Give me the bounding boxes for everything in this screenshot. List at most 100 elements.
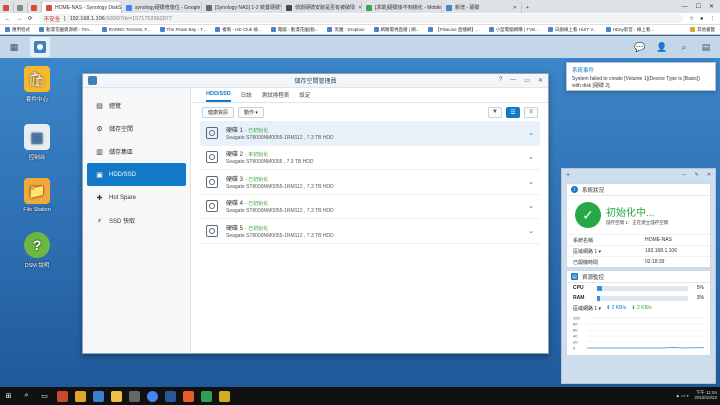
tab-close-icon[interactable]: ✕: [513, 5, 517, 11]
widget-pin-icon[interactable]: ✎: [695, 172, 699, 178]
system-health-title: 系統狀況: [582, 187, 605, 194]
tab-0[interactable]: HDD/SSD: [206, 91, 231, 102]
other-bookmarks[interactable]: 其他書籤: [690, 27, 715, 33]
bookmark-item[interactable]: 網路電視直播 | 網...: [373, 27, 419, 33]
app-icon-3[interactable]: [93, 390, 104, 402]
bookmark-item[interactable]: The Pirate Bay - T...: [159, 27, 206, 32]
list-view-icon[interactable]: ☰: [506, 106, 520, 118]
disk-row[interactable]: 硬碟 1- 已初始化 Seagate ST8000NM0055-1RM112 , …: [200, 121, 540, 146]
control-panel-icon[interactable]: ▦ 控制台: [12, 124, 62, 161]
pinned-tab[interactable]: [14, 2, 28, 13]
app-icon-4[interactable]: [129, 390, 140, 402]
browser-tab[interactable]: [求助]硬碟掛不到損化 - Mobile01✕: [362, 2, 442, 13]
disk-row[interactable]: 硬碟 2- 未初始化 Seagate ST8000NM0055 , 7.3 TB …: [200, 146, 540, 170]
app-icon-6[interactable]: [183, 390, 194, 402]
app-icon-8[interactable]: [219, 390, 230, 402]
dsm-help-icon[interactable]: ? DSM 說明: [12, 232, 62, 269]
file-explorer-icon[interactable]: [111, 390, 122, 402]
app-icon-2[interactable]: [75, 390, 86, 402]
compact-view-icon[interactable]: ≡: [524, 106, 538, 118]
window-maximize-icon[interactable]: ▭: [524, 77, 530, 84]
add-widget-icon[interactable]: +: [566, 172, 570, 179]
bookmark-item[interactable]: 小型電腦網購 | TVB...: [488, 27, 539, 33]
chevron-down-icon[interactable]: ⌄: [528, 227, 534, 235]
search-taskbar-icon[interactable]: ⌕: [21, 391, 32, 402]
bookmark-item[interactable]: 複製 - HD Club 檢...: [215, 27, 262, 33]
chevron-down-icon[interactable]: ⌄: [528, 178, 534, 186]
bookmark-item[interactable]: 應用程式: [5, 27, 30, 33]
tab-2[interactable]: 測試排程表: [262, 91, 290, 102]
bookmark-item[interactable]: 日劇線上看 HiJIT V...: [547, 27, 597, 33]
network-select[interactable]: 區域網路 1 ▾: [573, 305, 601, 312]
browser-tab[interactable]: [Synology NAS] 1-2 裝置硬碟安裝✕: [202, 2, 282, 13]
profile-avatar[interactable]: ●: [700, 16, 703, 22]
reload-icon[interactable]: ⟳: [28, 16, 33, 22]
filter-icon[interactable]: ▼: [488, 106, 502, 118]
clock[interactable]: 下午 11:04 2019/10/22: [694, 390, 717, 401]
browser-tab[interactable]: synology硬碟修復位 - Google 搜尋✕: [122, 2, 202, 13]
disk-row[interactable]: 硬碟 3- 已初始化 Seagate ST8000NM0055-1RM112 , …: [200, 170, 540, 195]
task-view-icon[interactable]: ▭: [39, 391, 50, 402]
health-info-button[interactable]: 健康資訊: [202, 106, 235, 118]
sidebar-item-storage-pool[interactable]: ▥ 儲存集區: [87, 140, 186, 163]
main-menu-icon[interactable]: ▦: [6, 39, 22, 55]
windows-start-icon[interactable]: ⊞: [3, 391, 14, 402]
pinned-tab[interactable]: [28, 2, 42, 13]
sidebar-item-ssd-cache[interactable]: ⚡ SSD 快取: [87, 209, 186, 232]
bookmark-item[interactable]: HDay影音 - 線上看...: [605, 27, 654, 33]
browser-tab[interactable]: HOME-NAS - Synology DiskStation✕: [42, 2, 122, 13]
maximize-icon[interactable]: ☐: [696, 3, 701, 10]
menu-icon[interactable]: ⋮: [710, 16, 716, 22]
back-icon[interactable]: ←: [5, 16, 11, 22]
disk-row[interactable]: 硬碟 4- 已初始化 Seagate ST8000NM0055-1RM112 , …: [200, 195, 540, 219]
pinned-tab[interactable]: [0, 2, 14, 13]
sidebar-item-overview[interactable]: ▤ 總覽: [87, 94, 186, 117]
sidebar-item-hot-spare[interactable]: ✚ Hot Spare: [87, 186, 186, 209]
bookmark-item[interactable]: 動漫花園資源網 - Tim...: [39, 27, 93, 33]
notification-icon[interactable]: 💬: [632, 39, 648, 55]
tab-favicon-icon: [46, 4, 52, 11]
widgets-icon[interactable]: ▤: [698, 39, 714, 55]
check-icon: ✓: [575, 202, 601, 228]
app-icon-5[interactable]: [165, 390, 176, 402]
bookmark-item[interactable]: RARBG Torrents, F...: [101, 27, 151, 32]
sidebar-item-hdd[interactable]: ▣ HDD/SSD: [87, 163, 186, 186]
browser-tab-bar: HOME-NAS - Synology DiskStation✕synology…: [0, 0, 720, 13]
chevron-down-icon[interactable]: ⌄: [528, 202, 534, 210]
widget-minimize-icon[interactable]: —: [682, 172, 687, 178]
file-station-icon[interactable]: 📁 File Station: [12, 178, 62, 213]
tab-3[interactable]: 設定: [299, 91, 310, 102]
sidebar-item-volume[interactable]: ⚙ 儲存空間: [87, 117, 186, 140]
bookmark-item[interactable]: 【PiliaLive 直播網】...: [428, 27, 480, 33]
close-icon[interactable]: ✕: [709, 3, 714, 10]
disk-row[interactable]: 硬碟 5- 已初始化 Seagate ST8000NM0055-1RM112 , …: [200, 219, 540, 244]
storage-manager-taskbar-button[interactable]: [30, 37, 50, 57]
app-icon-1[interactable]: [57, 390, 68, 402]
bookmark-star-icon[interactable]: ☆: [689, 16, 694, 22]
app-icon-7[interactable]: [201, 390, 212, 402]
system-event-notification[interactable]: 系統事件 System failed to create [Volume 1](…: [566, 62, 716, 91]
bookmark-icon: [159, 27, 165, 32]
new-tab-button[interactable]: +: [522, 2, 534, 13]
user-icon[interactable]: 👤: [654, 39, 670, 55]
chrome-icon[interactable]: [147, 390, 158, 402]
widget-close-icon[interactable]: ✕: [707, 172, 711, 178]
bookmark-item[interactable]: 黑魔 - Dropbox: [327, 27, 365, 33]
minimize-icon[interactable]: —: [682, 4, 688, 10]
tab-1[interactable]: 日誌: [241, 91, 252, 102]
chevron-down-icon[interactable]: ⌄: [528, 153, 534, 161]
forward-icon[interactable]: →: [17, 16, 23, 22]
window-minimize-icon[interactable]: —: [510, 77, 516, 84]
url-input[interactable]: 不安全 | 192.168.1.106:5000/?dx=15717529628…: [38, 14, 684, 23]
help-icon[interactable]: ?: [499, 77, 502, 84]
bookmark-item[interactable]: 電腦 - 動漫花園(動...: [270, 27, 318, 33]
package-center-icon[interactable]: 🛍 套件中心: [12, 66, 62, 103]
action-button[interactable]: 動作 ▾: [238, 106, 264, 118]
browser-tab[interactable]: 偵測硬碟安裝是否有被破壞 ✕: [282, 2, 362, 13]
window-close-icon[interactable]: ✕: [538, 77, 543, 84]
search-icon[interactable]: ⌕: [676, 39, 692, 55]
url-host: 192.168.1.106: [69, 15, 105, 22]
chevron-down-icon[interactable]: ⌄: [528, 129, 534, 137]
system-tray-icon[interactable]: ▲ ▭ ◐: [676, 393, 690, 399]
browser-tab[interactable]: 新增 - 硬碟 ✕: [442, 2, 522, 13]
